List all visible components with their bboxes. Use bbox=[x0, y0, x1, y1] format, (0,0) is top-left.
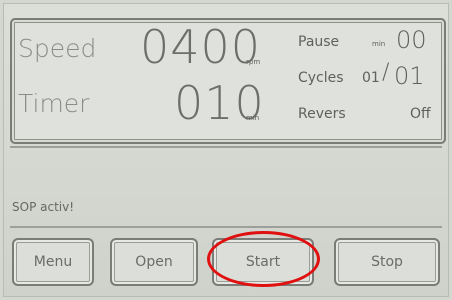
pause-label: Pause bbox=[298, 34, 340, 50]
cycles-total[interactable]: 01 bbox=[394, 62, 425, 90]
stop-button-label: Stop bbox=[371, 254, 403, 270]
divider-bottom bbox=[10, 226, 442, 228]
speed-label: Speed bbox=[18, 34, 97, 63]
parameter-display: Speed 0400 rpm Timer 010 min Pause min 0… bbox=[10, 18, 446, 144]
menu-button[interactable]: Menu bbox=[12, 238, 94, 286]
menu-button-label: Menu bbox=[33, 254, 73, 270]
speed-unit: rpm bbox=[246, 58, 261, 66]
speed-value[interactable]: 0400 bbox=[140, 20, 261, 74]
cycles-label: Cycles bbox=[298, 70, 344, 86]
open-button-label: Open bbox=[135, 254, 173, 270]
revers-value[interactable]: Off bbox=[410, 106, 431, 122]
timer-unit: min bbox=[246, 114, 260, 122]
status-message: SOP activ! bbox=[12, 200, 75, 214]
cycles-separator: / bbox=[382, 60, 390, 85]
pause-value[interactable]: 00 bbox=[396, 26, 427, 54]
open-button[interactable]: Open bbox=[110, 238, 198, 286]
revers-label: Revers bbox=[298, 106, 346, 122]
pause-unit: min bbox=[372, 40, 386, 48]
stop-button[interactable]: Stop bbox=[334, 238, 440, 286]
timer-label: Timer bbox=[18, 89, 90, 118]
divider-top bbox=[10, 146, 442, 148]
cycles-current[interactable]: 01 bbox=[362, 70, 380, 86]
highlight-circle bbox=[207, 231, 320, 287]
